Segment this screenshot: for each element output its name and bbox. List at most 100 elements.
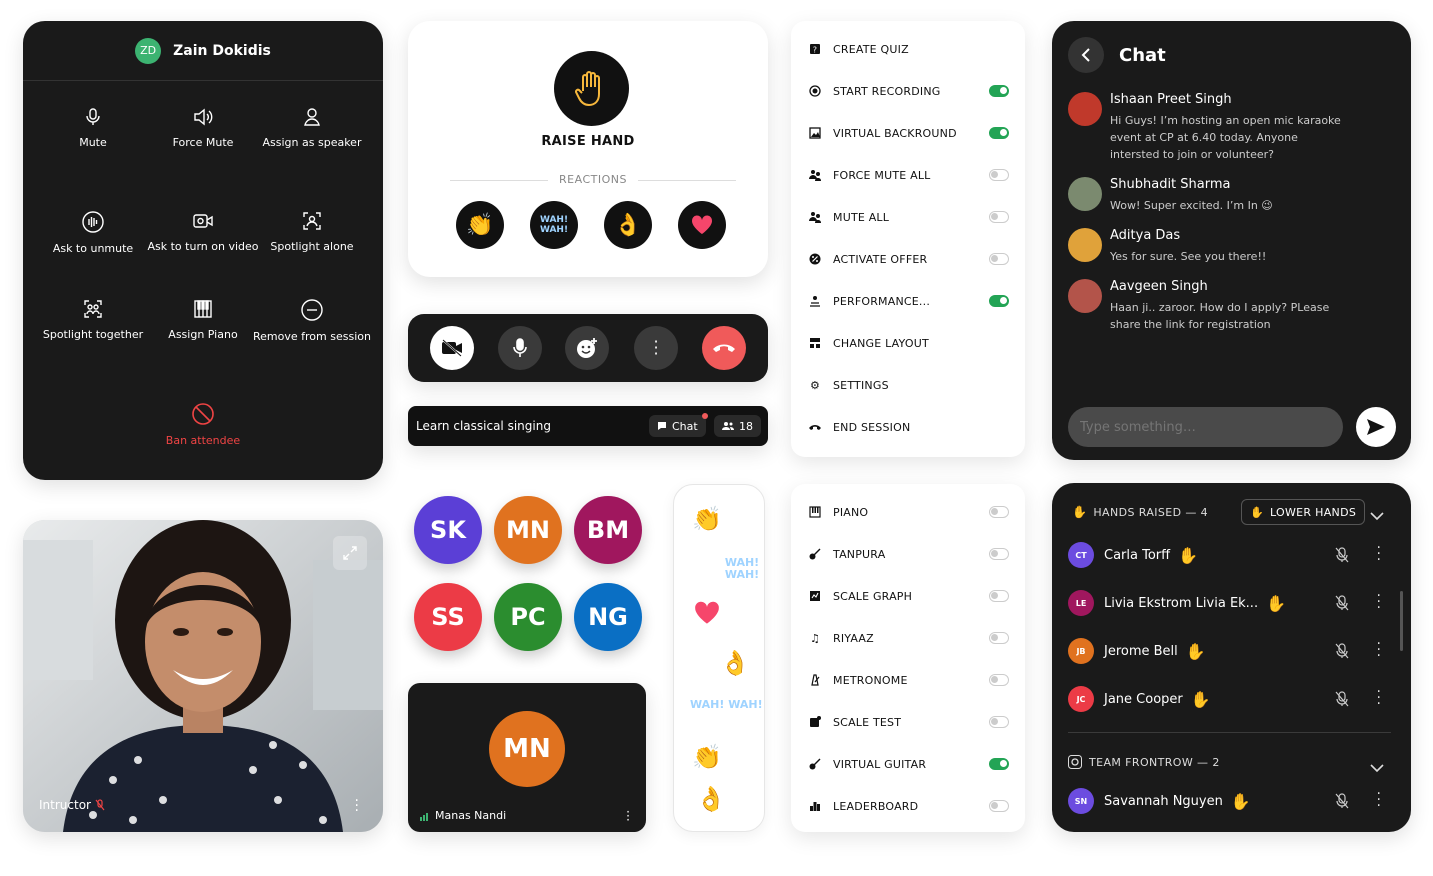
offer-icon [809, 253, 821, 265]
hands-raised-panel: ✋ HANDS RAISED — 4 ✋ LOWER HANDS CT Carl… [1052, 483, 1411, 832]
menu-item-start-recording[interactable]: START RECORDING [809, 81, 1009, 101]
chat-icon [658, 422, 666, 430]
leaderboard-toggle[interactable] [989, 800, 1009, 812]
chat-button[interactable]: Chat [649, 413, 708, 437]
background-icon [809, 127, 821, 139]
back-button[interactable] [1068, 37, 1104, 73]
recording-toggle[interactable] [989, 85, 1009, 97]
ask-unmute-button[interactable]: Ask to unmute [33, 211, 153, 257]
menu-item-mute-all[interactable]: MUTE ALL [809, 207, 1009, 227]
menu-item-virtual-background[interactable]: VIRTUAL BACKROUND [809, 123, 1009, 143]
hand-icon [574, 70, 600, 106]
force-mute-toggle[interactable] [989, 169, 1009, 181]
end-call-icon [809, 421, 821, 433]
expand-button[interactable] [333, 536, 367, 570]
guitar-icon [809, 758, 821, 770]
list-item: LE Livia Ekstrom Livia Ek... ✋ · · · [1068, 588, 1391, 618]
background-toggle[interactable] [989, 127, 1009, 139]
more-button[interactable]: · · · [634, 326, 678, 370]
more-options-icon[interactable]: · · · [1377, 637, 1381, 663]
microphone-button[interactable] [498, 326, 542, 370]
menu-item-metronome[interactable]: METRONOME [809, 670, 1009, 690]
collapse-button[interactable] [1370, 506, 1384, 525]
avatar[interactable]: PC [494, 583, 562, 651]
collapse-button[interactable] [1370, 758, 1384, 777]
more-options-icon[interactable]: · · · [1377, 685, 1381, 711]
spotlight-alone-button[interactable]: Spotlight alone [252, 211, 372, 255]
participants-button[interactable]: 18 [714, 415, 761, 437]
avatar[interactable]: SS [414, 583, 482, 651]
more-options-icon[interactable]: · · · [355, 794, 359, 818]
reaction-wah-wah[interactable]: WAH! WAH! [530, 201, 578, 249]
scale-test-toggle[interactable] [989, 716, 1009, 728]
more-options-icon[interactable]: · · · [1377, 541, 1381, 567]
force-mute-button[interactable]: Force Mute [143, 107, 263, 151]
layout-icon [809, 337, 821, 349]
ask-video-button[interactable]: Ask to turn on video [143, 211, 263, 255]
instruments-menu: PIANO TANPURA SCALE GRAPH ♫ RIYAAZ METRON… [791, 484, 1025, 832]
performance-toggle[interactable] [989, 295, 1009, 307]
menu-item-settings[interactable]: ⚙ SETTINGS [809, 375, 1009, 395]
piano-toggle[interactable] [989, 506, 1009, 518]
end-call-button[interactable] [702, 326, 746, 370]
mic-off-icon [1335, 793, 1349, 809]
avatar[interactable]: SK [414, 496, 482, 564]
menu-item-scale-test[interactable]: SCALE TEST [809, 712, 1009, 732]
menu-item-leaderboard[interactable]: LEADERBOARD [809, 796, 1009, 816]
guitar-toggle[interactable] [989, 758, 1009, 770]
menu-item-activate-offer[interactable]: ACTIVATE OFFER [809, 249, 1009, 269]
more-options-icon[interactable]: · · · [1377, 787, 1381, 813]
lower-hands-button[interactable]: ✋ LOWER HANDS [1241, 499, 1366, 525]
avatar[interactable]: MN [494, 496, 562, 564]
menu-item-change-layout[interactable]: CHANGE LAYOUT [809, 333, 1009, 353]
menu-item-end-session[interactable]: END SESSION [809, 417, 1009, 437]
reaction-ok[interactable]: 👌 [604, 201, 652, 249]
gear-icon: ⚙ [809, 378, 821, 392]
send-button[interactable] [1356, 407, 1396, 447]
mute-all-toggle[interactable] [989, 211, 1009, 223]
chat-input[interactable] [1068, 407, 1343, 447]
mute-button[interactable]: Mute [33, 107, 153, 151]
camera-off-button[interactable] [430, 326, 474, 370]
reaction-clap[interactable]: 👏 [456, 201, 504, 249]
assign-piano-button[interactable]: Assign Piano [143, 299, 263, 343]
menu-item-performance[interactable]: PERFORMANCE... [809, 291, 1009, 311]
emoji-icon [577, 338, 597, 358]
remove-from-session-button[interactable]: Remove from session [252, 299, 372, 345]
menu-item-force-mute-all[interactable]: FORCE MUTE ALL [809, 165, 1009, 185]
group-mute-icon [809, 169, 821, 181]
metronome-toggle[interactable] [989, 674, 1009, 686]
participant-name: Zain Dokidis [173, 42, 271, 59]
raise-hand-button[interactable] [554, 51, 629, 126]
menu-item-riyaaz[interactable]: ♫ RIYAAZ [809, 628, 1009, 648]
more-options-icon[interactable]: · · · [626, 806, 630, 826]
offer-toggle[interactable] [989, 253, 1009, 265]
instructor-video[interactable]: Intructor · · · [23, 520, 383, 832]
spotlight-together-button[interactable]: Spotlight together [33, 299, 153, 343]
menu-item-create-quiz[interactable]: ? CREATE QUIZ [809, 39, 1009, 59]
chat-message: Aditya Das Yes for sure. See you there!! [1068, 228, 1391, 268]
menu-item-virtual-guitar[interactable]: VIRTUAL GUITAR [809, 754, 1009, 774]
scrollbar[interactable] [1400, 591, 1403, 651]
send-icon [1367, 419, 1385, 435]
tanpura-toggle[interactable] [989, 548, 1009, 560]
menu-item-tanpura[interactable]: TANPURA [809, 544, 1009, 564]
menu-item-piano[interactable]: PIANO [809, 502, 1009, 522]
ban-attendee-button[interactable]: Ban attendee [143, 403, 263, 449]
chevron-down-icon [1370, 512, 1384, 521]
participant-tile[interactable]: MN Manas Nandi · · · [408, 683, 646, 832]
avatar[interactable]: NG [574, 583, 642, 651]
riyaaz-toggle[interactable] [989, 632, 1009, 644]
assign-speaker-button[interactable]: Assign as speaker [252, 107, 372, 151]
clap-icon: 👏 [692, 505, 722, 533]
menu-item-scale-graph[interactable]: SCALE GRAPH [809, 586, 1009, 606]
more-options-icon[interactable]: · · · [1377, 589, 1381, 615]
emoji-button[interactable] [565, 326, 609, 370]
avatar[interactable]: BM [574, 496, 642, 564]
video-camera-icon [193, 214, 213, 228]
scale-graph-toggle[interactable] [989, 590, 1009, 602]
ok-hand-icon: 👌 [720, 649, 750, 677]
reaction-heart[interactable] [678, 201, 726, 249]
svg-text:?: ? [813, 46, 817, 55]
leaderboard-icon [809, 800, 821, 812]
